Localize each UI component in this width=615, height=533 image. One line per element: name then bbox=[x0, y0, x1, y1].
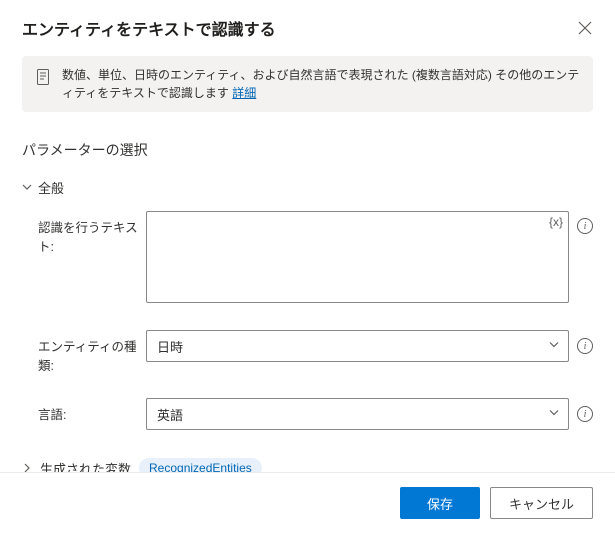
document-icon bbox=[34, 68, 52, 89]
general-fields: 認識を行うテキスト: {x} i エンティティの種類: 日時 i 言語: 英語 bbox=[0, 203, 615, 430]
cancel-button[interactable]: キャンセル bbox=[490, 487, 593, 519]
entity-type-label: エンティティの種類: bbox=[38, 330, 138, 374]
info-description: 数値、単位、日時のエンティティ、および自然言語で表現された (複数言語対応) そ… bbox=[62, 68, 579, 100]
language-label: 言語: bbox=[38, 398, 138, 423]
info-link[interactable]: 詳細 bbox=[232, 86, 256, 100]
info-card: 数値、単位、日時のエンティティ、および自然言語で表現された (複数言語対応) そ… bbox=[22, 56, 593, 112]
dialog-header: エンティティをテキストで認識する bbox=[0, 0, 615, 52]
entity-type-value: 日時 bbox=[157, 337, 183, 356]
insert-variable-button[interactable]: {x} bbox=[549, 215, 563, 229]
language-select[interactable]: 英語 bbox=[146, 398, 569, 430]
dialog-footer: 保存 キャンセル bbox=[0, 472, 615, 533]
general-label: 全般 bbox=[38, 178, 64, 197]
language-value: 英語 bbox=[157, 405, 183, 424]
entity-type-select[interactable]: 日時 bbox=[146, 330, 569, 362]
info-text: 数値、単位、日時のエンティティ、および自然言語で表現された (複数言語対応) そ… bbox=[62, 66, 581, 102]
save-button[interactable]: 保存 bbox=[400, 487, 480, 519]
chevron-down-icon bbox=[548, 339, 560, 354]
info-icon[interactable]: i bbox=[577, 406, 593, 422]
field-text-to-recognize: 認識を行うテキスト: {x} i bbox=[38, 211, 593, 306]
field-language: 言語: 英語 i bbox=[38, 398, 593, 430]
general-expander[interactable]: 全般 bbox=[0, 168, 615, 203]
info-icon[interactable]: i bbox=[577, 338, 593, 354]
close-icon bbox=[578, 21, 592, 35]
dialog-title: エンティティをテキストで認識する bbox=[22, 16, 276, 40]
text-label: 認識を行うテキスト: bbox=[38, 211, 138, 255]
text-input[interactable] bbox=[146, 211, 569, 303]
close-button[interactable] bbox=[577, 20, 593, 36]
info-icon[interactable]: i bbox=[577, 218, 593, 234]
chevron-down-icon bbox=[548, 407, 560, 422]
field-entity-type: エンティティの種類: 日時 i bbox=[38, 330, 593, 374]
params-section-title: パラメーターの選択 bbox=[0, 112, 615, 168]
chevron-down-icon bbox=[22, 180, 32, 195]
